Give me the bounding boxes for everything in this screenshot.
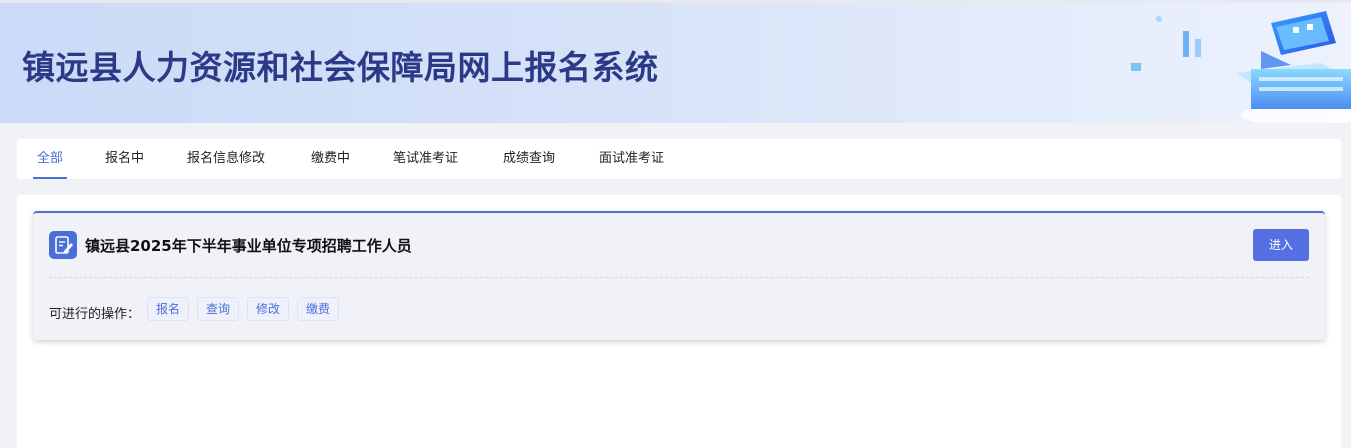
tab-score-query[interactable]: 成绩查询 [503, 139, 555, 179]
tab-all[interactable]: 全部 [32, 139, 68, 179]
header-banner: 镇远县人力资源和社会保障局网上报名系统 [0, 3, 1351, 123]
tab-written-exam-ticket[interactable]: 笔试准考证 [393, 139, 458, 179]
register-tag[interactable]: 报名 [147, 297, 190, 321]
payment-tag[interactable]: 缴费 [297, 297, 340, 321]
decorative-illustration-icon [1131, 11, 1351, 123]
exam-list: 镇远县2025年下半年事业单位专项招聘工作人员 进入 可进行的操作： 报名 查询… [17, 195, 1341, 448]
query-tag[interactable]: 查询 [197, 297, 240, 321]
enter-button[interactable]: 进入 [1253, 229, 1309, 261]
tab-registering[interactable]: 报名中 [105, 139, 144, 179]
tab-payment[interactable]: 缴费中 [311, 139, 350, 179]
exam-title: 镇远县2025年下半年事业单位专项招聘工作人员 [85, 237, 412, 255]
operations-label: 可进行的操作： [49, 307, 141, 322]
exam-card: 镇远县2025年下半年事业单位专项招聘工作人员 进入 可进行的操作： 报名 查询… [33, 211, 1325, 340]
tab-interview-ticket[interactable]: 面试准考证 [599, 139, 664, 179]
tab-edit-registration[interactable]: 报名信息修改 [187, 139, 265, 179]
modify-tag[interactable]: 修改 [247, 297, 290, 321]
site-title: 镇远县人力资源和社会保障局网上报名系统 [22, 48, 659, 87]
card-divider [49, 277, 1309, 278]
category-tabs: 全部 报名中 报名信息修改 缴费中 笔试准考证 成绩查询 面试准考证 [17, 139, 1341, 179]
edit-document-icon [49, 231, 77, 259]
